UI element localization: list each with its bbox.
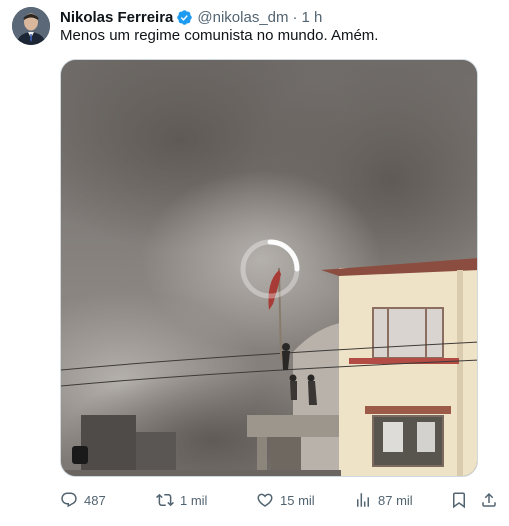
separator-dot: ·: [292, 8, 298, 26]
tweet-video[interactable]: [60, 59, 478, 477]
video-control-icon[interactable]: [72, 446, 88, 464]
verified-badge-icon: [176, 9, 193, 26]
author-handle[interactable]: @nikolas_dm: [197, 9, 288, 26]
views-chart-icon: [357, 493, 369, 507]
bookmark-button[interactable]: [450, 489, 468, 511]
retweet-icon: [156, 493, 174, 507]
action-bar: 487 1 mil 15 mil 87 mil: [60, 489, 500, 511]
author-name[interactable]: Nikolas Ferreira: [60, 9, 173, 26]
tweet-header: Nikolas Ferreira @nikolas_dm · 1 h: [60, 8, 322, 26]
heart-icon: [257, 493, 273, 507]
avatar[interactable]: [12, 7, 50, 45]
reply-button[interactable]: 487: [60, 489, 106, 511]
timestamp[interactable]: 1 h: [302, 9, 323, 26]
reply-count: 487: [84, 492, 106, 508]
reply-icon: [61, 492, 77, 508]
views-count: 87 mil: [378, 492, 413, 508]
views-button[interactable]: 87 mil: [354, 489, 413, 511]
share-button[interactable]: [480, 489, 498, 511]
bookmark-icon: [453, 492, 465, 509]
tweet-card[interactable]: Nikolas Ferreira @nikolas_dm · 1 h Menos…: [0, 0, 509, 526]
retweet-count: 1 mil: [180, 492, 208, 508]
like-count: 15 mil: [280, 492, 315, 508]
tweet-text: Menos um regime comunista no mundo. Amém…: [60, 27, 379, 44]
loading-spinner-icon: [239, 238, 301, 300]
retweet-button[interactable]: 1 mil: [156, 489, 207, 511]
like-button[interactable]: 15 mil: [256, 489, 315, 511]
share-icon: [482, 492, 496, 507]
